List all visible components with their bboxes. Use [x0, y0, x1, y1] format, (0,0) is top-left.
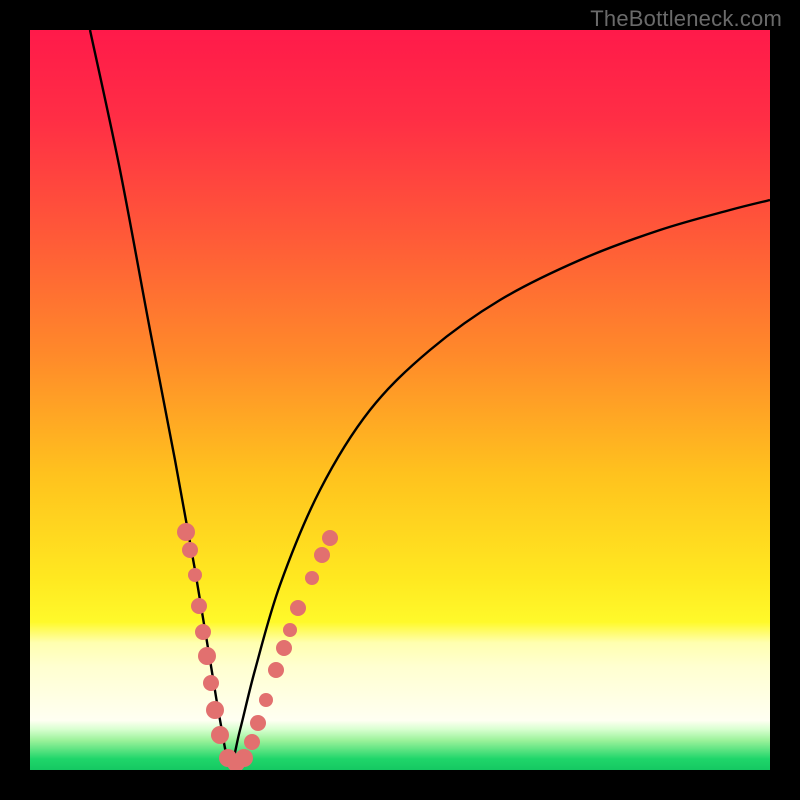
marker-dot — [276, 640, 292, 656]
highlighted-points — [177, 523, 338, 770]
marker-dot — [268, 662, 284, 678]
bottleneck-curve — [90, 30, 770, 765]
chart-svg — [30, 30, 770, 770]
marker-dot — [244, 734, 260, 750]
marker-dot — [206, 701, 224, 719]
marker-dot — [198, 647, 216, 665]
marker-dot — [259, 693, 273, 707]
marker-dot — [177, 523, 195, 541]
watermark-text: TheBottleneck.com — [590, 6, 782, 32]
marker-dot — [235, 749, 253, 767]
marker-dot — [290, 600, 306, 616]
marker-dot — [283, 623, 297, 637]
marker-dot — [322, 530, 338, 546]
marker-dot — [211, 726, 229, 744]
plot-area — [30, 30, 770, 770]
marker-dot — [250, 715, 266, 731]
marker-dot — [314, 547, 330, 563]
marker-dot — [305, 571, 319, 585]
marker-dot — [188, 568, 202, 582]
marker-dot — [203, 675, 219, 691]
marker-dot — [195, 624, 211, 640]
marker-dot — [191, 598, 207, 614]
marker-dot — [182, 542, 198, 558]
